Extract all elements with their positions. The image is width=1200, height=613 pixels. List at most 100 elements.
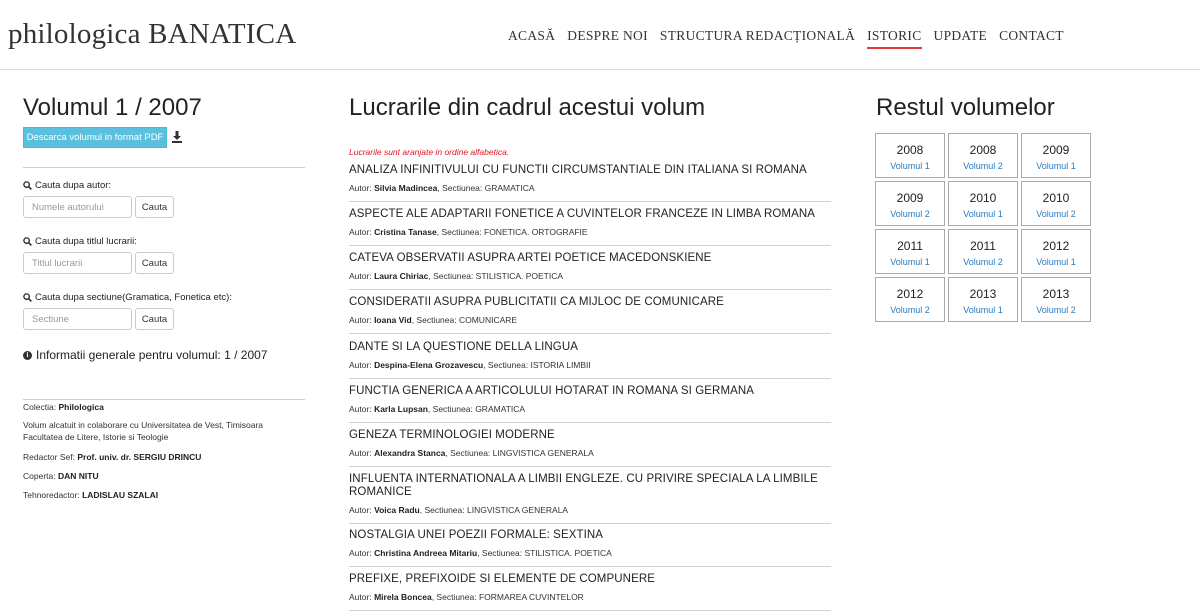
volume-title: Volumul 1 / 2007: [23, 94, 202, 121]
nav-istoric[interactable]: ISTORIC: [867, 28, 922, 49]
section-prefix: , Sectiunea:: [427, 404, 473, 414]
volume-link[interactable]: Volumul 1: [876, 161, 944, 171]
article-author: Christina Andreea Mitariu: [374, 548, 478, 558]
article-section: FONETICA. ORTOGRAFIE: [484, 227, 588, 237]
search-author-label: Cauta dupa autor:: [23, 180, 111, 191]
volume-year: 2010: [1042, 191, 1070, 205]
volume-cell[interactable]: 2008 Volumul 1: [875, 133, 945, 178]
article-item: GENEZA TERMINOLOGIEI MODERNE Autor: Alexa…: [349, 429, 831, 467]
article-title-link[interactable]: CATEVA OBSERVATII ASUPRA ARTEI POETICE M…: [349, 252, 831, 265]
volume-year: 2010: [969, 191, 997, 205]
volume-cell[interactable]: 2013 Volumul 2: [1021, 277, 1091, 322]
search-section-label: Cauta dupa sectiune(Gramatica, Fonetica …: [23, 292, 232, 303]
divider: [23, 399, 305, 400]
cover-label: Coperta:: [23, 471, 56, 481]
volume-link[interactable]: Volumul 2: [876, 305, 944, 315]
author-prefix: Autor:: [349, 592, 372, 602]
volume-link[interactable]: Volumul 1: [1022, 161, 1090, 171]
nav-acasa[interactable]: ACASĂ: [508, 28, 555, 49]
article-author: Mirela Boncea: [374, 592, 432, 602]
author-search-input[interactable]: Numele autorului: [23, 196, 132, 218]
article-title-link[interactable]: DANTE SI LA QUESTIONE DELLA LINGUA: [349, 341, 831, 354]
article-meta: Autor: Despina-Elena Grozavescu, Sectiun…: [349, 360, 831, 370]
article-item: NOSTALGIA UNEI POEZII FORMALE: SEXTINA Au…: [349, 529, 831, 567]
article-title-link[interactable]: FUNCTIA GENERICA A ARTICOLULUI HOTARAT I…: [349, 385, 831, 398]
info-icon: i: [23, 350, 32, 360]
section-search-input[interactable]: Sectiune: [23, 308, 132, 330]
section-prefix: , Sectiunea:: [436, 227, 482, 237]
article-title-link[interactable]: INFLUENTA INTERNATIONALA A LIMBII ENGLEZ…: [349, 473, 831, 499]
volume-info-title: i Informatii generale pentru volumul: 1 …: [23, 348, 267, 362]
article-meta: Autor: Cristina Tanase, Sectiunea: FONET…: [349, 227, 831, 237]
volume-link[interactable]: Volumul 2: [1022, 305, 1090, 315]
volume-cell[interactable]: 2012 Volumul 2: [875, 277, 945, 322]
volume-cell[interactable]: 2011 Volumul 1: [875, 229, 945, 274]
article-author: Silvia Madincea: [374, 183, 438, 193]
volume-link[interactable]: Volumul 2: [949, 257, 1017, 267]
nav-contact[interactable]: CONTACT: [999, 28, 1064, 49]
author-prefix: Autor:: [349, 505, 372, 515]
volume-cell[interactable]: 2011 Volumul 2: [948, 229, 1018, 274]
divider: [23, 167, 305, 168]
volume-year: 2011: [970, 239, 996, 253]
main-nav: ACASĂ DESPRE NOI STRUCTURA REDACȚIONALĂ …: [508, 28, 1076, 49]
volume-cell[interactable]: 2010 Volumul 1: [948, 181, 1018, 226]
volume-link[interactable]: Volumul 2: [1022, 209, 1090, 219]
section-prefix: , Sectiunea:: [437, 183, 483, 193]
article-item: FUNCTIA GENERICA A ARTICOLULUI HOTARAT I…: [349, 385, 831, 423]
tech-line: Tehnoredactor: LADISLAU SZALAI: [23, 490, 158, 501]
volume-link[interactable]: Volumul 1: [876, 257, 944, 267]
volume-link[interactable]: Volumul 1: [949, 209, 1017, 219]
article-meta: Autor: Silvia Madincea, Sectiunea: GRAMA…: [349, 183, 831, 193]
volume-link[interactable]: Volumul 2: [876, 209, 944, 219]
article-title-link[interactable]: NOSTALGIA UNEI POEZII FORMALE: SEXTINA: [349, 529, 831, 542]
article-meta: Autor: Mirela Boncea, Sectiunea: FORMARE…: [349, 592, 831, 602]
section-prefix: , Sectiunea:: [483, 360, 529, 370]
title-search-input[interactable]: Titlul lucrarii: [23, 252, 132, 274]
article-title-link[interactable]: ANALIZA INFINITIVULUI CU FUNCTII CIRCUMS…: [349, 164, 831, 177]
search-icon: [23, 237, 32, 246]
volume-link[interactable]: Volumul 1: [949, 305, 1017, 315]
section-prefix: , Sectiunea:: [428, 271, 474, 281]
article-author: Laura Chiriac: [374, 271, 429, 281]
article-title-link[interactable]: PREFIXE, PREFIXOIDE SI ELEMENTE DE COMPU…: [349, 573, 831, 586]
volume-cell[interactable]: 2010 Volumul 2: [1021, 181, 1091, 226]
search-title-text: Cauta dupa titlul lucrarii:: [35, 236, 137, 247]
section-prefix: , Sectiunea:: [431, 592, 477, 602]
section-search-button[interactable]: Cauta: [135, 308, 174, 330]
article-item: ASPECTE ALE ADAPTARII FONETICE A CUVINTE…: [349, 208, 831, 246]
nav-structura-redactionala[interactable]: STRUCTURA REDACȚIONALĂ: [660, 28, 855, 49]
download-icon[interactable]: [172, 131, 182, 143]
nav-update[interactable]: UPDATE: [934, 28, 988, 49]
volume-cell[interactable]: 2013 Volumul 1: [948, 277, 1018, 322]
article-title-link[interactable]: ASPECTE ALE ADAPTARII FONETICE A CUVINTE…: [349, 208, 831, 221]
article-author: Alexandra Stanca: [374, 448, 446, 458]
editor-line: Redactor Sef: Prof. univ. dr. SERGIU DRI…: [23, 452, 201, 463]
article-author: Karla Lupsan: [374, 404, 428, 414]
volume-link[interactable]: Volumul 2: [949, 161, 1017, 171]
article-title-link[interactable]: GENEZA TERMINOLOGIEI MODERNE: [349, 429, 831, 442]
site-logo[interactable]: philologica BANATICA: [8, 18, 296, 51]
download-pdf-button[interactable]: Descarca volumul in format PDF: [23, 127, 167, 148]
article-section: STILISTICA. POETICA: [475, 271, 564, 281]
article-section: STILISTICA. POETICA: [524, 548, 612, 558]
volume-link[interactable]: Volumul 1: [1022, 257, 1090, 267]
article-title-link[interactable]: CONSIDERATII ASUPRA PUBLICITATII CA MIJL…: [349, 296, 831, 309]
cover-line: Coperta: DAN NITU: [23, 471, 99, 482]
collection-label: Colectia:: [23, 402, 57, 412]
article-meta: Autor: Alexandra Stanca, Sectiunea: LING…: [349, 448, 831, 458]
nav-despre-noi[interactable]: DESPRE NOI: [567, 28, 648, 49]
volume-cell[interactable]: 2009 Volumul 2: [875, 181, 945, 226]
author-search-button[interactable]: Cauta: [135, 196, 174, 218]
volume-cell[interactable]: 2009 Volumul 1: [1021, 133, 1091, 178]
volume-cell[interactable]: 2012 Volumul 1: [1021, 229, 1091, 274]
tech-value: LADISLAU SZALAI: [82, 490, 159, 500]
author-prefix: Autor:: [349, 315, 372, 325]
alphabetical-note: Lucrarile sunt aranjate in ordine alfabe…: [349, 147, 510, 157]
article-item: INFLUENTA INTERNATIONALA A LIMBII ENGLEZ…: [349, 473, 831, 524]
volume-cell[interactable]: 2008 Volumul 2: [948, 133, 1018, 178]
title-search-button[interactable]: Cauta: [135, 252, 174, 274]
article-section: GRAMATICA: [475, 404, 526, 414]
collab-line-2: Facultatea de Litere, Istorie si Teologi…: [23, 432, 169, 442]
volume-year: 2008: [896, 143, 924, 157]
